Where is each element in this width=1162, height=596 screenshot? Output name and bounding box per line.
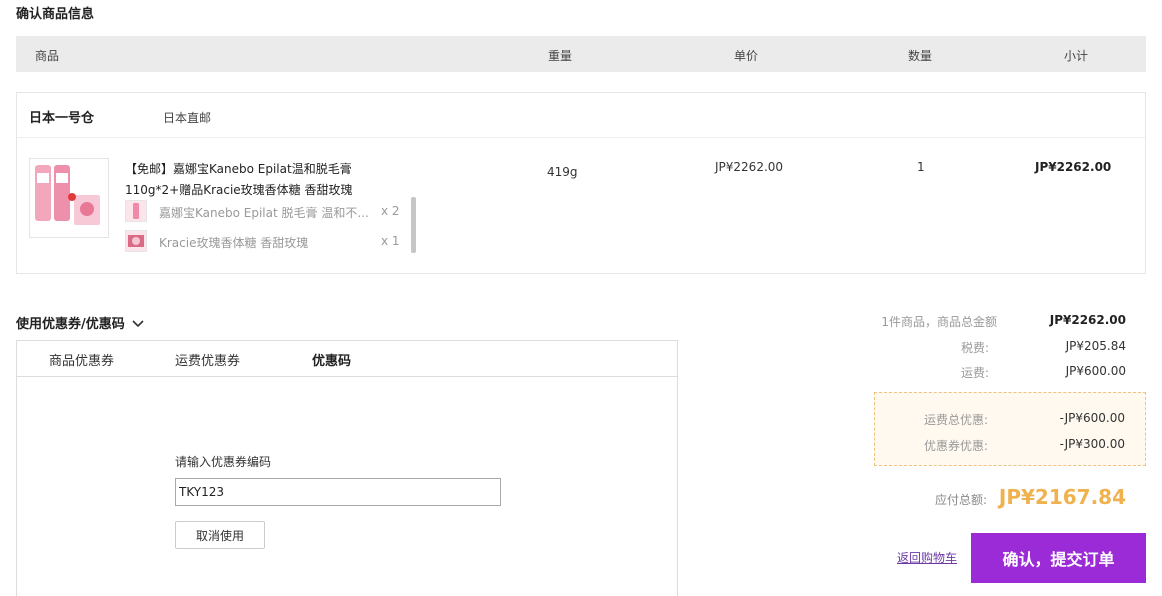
coupon-discount-value: -JP¥300.00 (1059, 437, 1125, 451)
bundle-item-list: 嘉娜宝Kanebo Epilat 脱毛膏 温和不... x 2 Kracie玫瑰… (125, 199, 417, 255)
list-item: 嘉娜宝Kanebo Epilat 脱毛膏 温和不... x 2 (125, 199, 415, 223)
header-weight: 重量 (548, 49, 573, 63)
chevron-down-icon (132, 317, 144, 332)
bundle-item-name: Kracie玫瑰香体糖 香甜玫瑰 (159, 236, 309, 250)
bundle-item-qty: x 1 (381, 234, 400, 248)
bundle-item-name: 嘉娜宝Kanebo Epilat 脱毛膏 温和不... (159, 206, 369, 220)
back-to-cart-link[interactable]: 返回购物车 (897, 549, 957, 566)
coupon-panel: 商品优惠券 运费优惠券 优惠码 请输入优惠券编码 取消使用 (16, 340, 678, 596)
shipping-discount-label: 运费总优惠: (923, 413, 988, 427)
header-product: 商品 (35, 49, 60, 63)
bundle-item-qty: x 2 (381, 204, 400, 218)
coupon-toggle[interactable]: 使用优惠券/优惠码 (16, 313, 144, 332)
page-title: 确认商品信息 (16, 7, 95, 22)
product-quantity: 1 (917, 160, 925, 174)
coupon-title: 使用优惠券/优惠码 (16, 317, 125, 332)
discount-summary: 运费总优惠: -JP¥600.00 优惠券优惠: -JP¥300.00 (874, 392, 1146, 466)
bundle-item-thumbnail (125, 230, 147, 252)
shipping-fee-label: 运费: (960, 366, 989, 380)
product-title[interactable]: 【免邮】嘉娜宝Kanebo Epilat温和脱毛膏110g*2+赠品Kracie… (125, 159, 417, 201)
amount-due-label: 应付总额: (935, 493, 988, 507)
warehouse-header: 日本一号仓 日本直邮 (17, 93, 1145, 138)
promo-code-input[interactable] (175, 478, 501, 506)
bundle-item-thumbnail (125, 200, 147, 222)
tab-promo-code[interactable]: 优惠码 (312, 350, 351, 369)
shipping-fee-value: JP¥600.00 (1065, 364, 1126, 378)
product-unit-price: JP¥2262.00 (715, 160, 784, 174)
promo-code-label: 请输入优惠券编码 (175, 455, 272, 469)
table-header: 商品 重量 单价 数量 小计 (16, 36, 1146, 72)
shipping-discount-value: -JP¥600.00 (1059, 411, 1125, 425)
items-total-value: JP¥2262.00 (1049, 313, 1126, 327)
coupon-tabs: 商品优惠券 运费优惠券 优惠码 (17, 341, 677, 377)
cancel-coupon-button[interactable]: 取消使用 (175, 521, 265, 549)
header-quantity: 数量 (908, 49, 933, 63)
tax-value: JP¥205.84 (1065, 339, 1126, 353)
header-subtotal: 小计 (1064, 49, 1089, 63)
product-subtotal: JP¥2262.00 (1035, 160, 1112, 174)
amount-due-value: JP¥2167.84 (998, 485, 1126, 509)
bundle-list-scrollbar[interactable] (411, 197, 416, 253)
tab-product-coupon[interactable]: 商品优惠券 (49, 350, 114, 369)
header-unit-price: 单价 (734, 49, 759, 63)
product-weight: 419g (547, 165, 578, 179)
tax-label: 税费: (960, 341, 989, 355)
submit-order-button[interactable]: 确认，提交订单 (971, 533, 1146, 583)
list-item: Kracie玫瑰香体糖 香甜玫瑰 x 1 (125, 229, 415, 253)
product-image[interactable] (29, 158, 109, 238)
warehouse-name: 日本一号仓 (29, 111, 95, 126)
shipping-method: 日本直邮 (163, 111, 212, 125)
warehouse-group: 日本一号仓 日本直邮 【免邮】嘉娜宝Kanebo Epilat温和脱毛膏110g… (16, 92, 1146, 274)
items-total-label: 1件商品，商品总金额 (881, 315, 997, 329)
coupon-discount-label: 优惠券优惠: (923, 439, 988, 453)
tab-shipping-coupon[interactable]: 运费优惠券 (175, 350, 240, 369)
